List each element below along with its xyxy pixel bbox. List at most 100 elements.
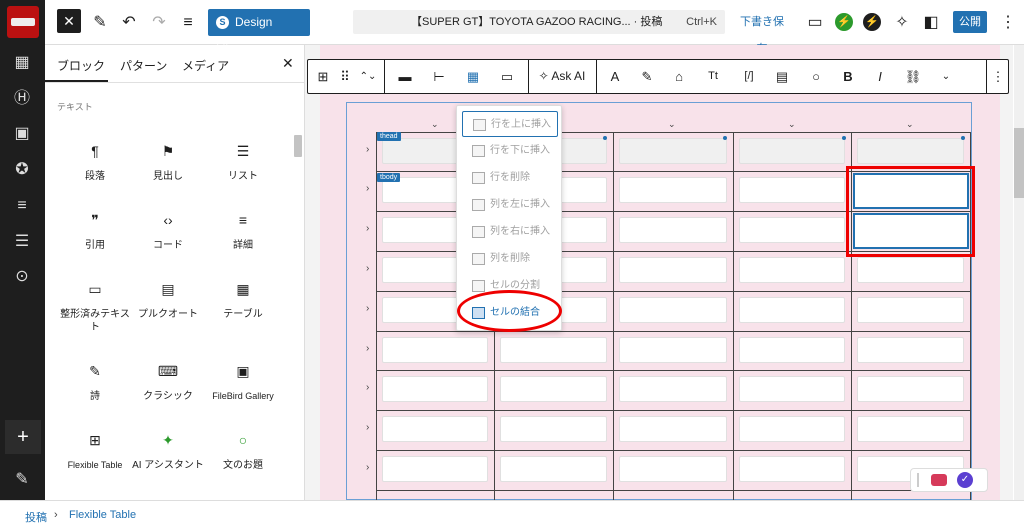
table-cell[interactable] — [857, 257, 964, 283]
block-paragraph[interactable]: ¶ 段落 — [59, 142, 131, 183]
chat-bubble-icon[interactable] — [931, 474, 947, 486]
circle-icon[interactable]: ○ — [804, 60, 828, 93]
table-cell[interactable] — [739, 257, 845, 283]
table-cell[interactable] — [382, 456, 488, 482]
site-logo[interactable] — [7, 6, 39, 38]
table-cell[interactable] — [619, 297, 727, 323]
row-expand-icon[interactable]: › — [366, 462, 369, 473]
table-cell[interactable] — [739, 337, 845, 363]
pointer-icon[interactable]: ⊙ — [12, 267, 32, 287]
caption-icon[interactable]: ▭ — [494, 60, 520, 93]
table-cell[interactable] — [857, 337, 964, 363]
table-cell[interactable] — [619, 138, 727, 164]
bold-button[interactable]: B — [836, 60, 860, 93]
table-cell[interactable] — [739, 217, 845, 243]
row-expand-icon[interactable]: › — [366, 303, 369, 314]
table-cell[interactable] — [739, 297, 845, 323]
menu-insert-row-below[interactable]: 行を下に挿入 — [462, 138, 558, 164]
edit-pen-icon[interactable]: ✎ — [12, 470, 32, 490]
menu-insert-row-above[interactable]: 行を上に挿入 — [462, 111, 558, 137]
block-verse[interactable]: ✎ 詩 — [59, 362, 131, 403]
block-flexible-table[interactable]: ⊞ Flexible Table — [59, 431, 131, 472]
table-cell[interactable] — [619, 456, 727, 482]
table-cell[interactable] — [500, 337, 607, 363]
text-color-icon[interactable]: A — [604, 60, 626, 93]
save-draft-button[interactable]: 下書き保存 — [735, 9, 789, 55]
ai-sparkle-icon[interactable]: ✧ — [892, 9, 912, 36]
column-chevron-icon[interactable]: ⌄ — [906, 119, 914, 130]
row-expand-icon[interactable]: › — [366, 183, 369, 194]
block-list[interactable]: ☰ リスト — [207, 142, 279, 183]
tools-pen-icon[interactable]: ✎ — [90, 9, 110, 36]
row-expand-icon[interactable]: › — [366, 422, 369, 433]
table-cell[interactable] — [739, 138, 845, 164]
align-left-icon[interactable]: ⊢ — [426, 60, 452, 93]
block-table[interactable]: ▦ テーブル — [207, 280, 279, 321]
table-cell[interactable] — [619, 337, 727, 363]
menu-insert-column-right[interactable]: 列を右に挿入 — [462, 219, 558, 245]
block-writing-prompt[interactable]: ○ 文のお題 — [207, 431, 279, 472]
settings-sidebar-icon[interactable]: ◧ — [921, 9, 941, 36]
layers-icon[interactable]: ≡ — [12, 196, 32, 216]
align-icon[interactable]: ▬ — [392, 60, 418, 93]
italic-button[interactable]: I — [868, 60, 892, 93]
more-options-icon[interactable]: ⋮ — [988, 60, 1008, 93]
canvas-scrollbar[interactable] — [1014, 45, 1024, 500]
table-cell[interactable] — [619, 257, 727, 283]
table-cell[interactable] — [857, 138, 964, 164]
row-expand-icon[interactable]: › — [366, 263, 369, 274]
block-pullquote[interactable]: ▤ プルクオート — [132, 280, 204, 321]
design-library-button[interactable]: SDesign Library — [208, 9, 310, 56]
undo-icon[interactable]: ↶ — [119, 9, 139, 36]
table-cell[interactable] — [857, 297, 964, 323]
table-cell[interactable] — [382, 376, 488, 402]
star-icon[interactable]: ✪ — [12, 160, 32, 180]
list-view-icon[interactable]: ☰ — [12, 232, 32, 252]
table-cell[interactable] — [500, 376, 607, 402]
menu-delete-column[interactable]: 列を削除 — [462, 246, 558, 272]
menu-insert-column-left[interactable]: 列を左に挿入 — [462, 192, 558, 218]
column-chevron-icon[interactable]: ⌄ — [668, 119, 676, 130]
table-cell[interactable] — [619, 376, 727, 402]
drag-handle-icon[interactable]: ⠿ — [336, 60, 354, 93]
breadcrumb-post[interactable]: 投稿 — [25, 509, 47, 525]
row-expand-icon[interactable]: › — [366, 343, 369, 354]
block-preformatted[interactable]: ▭ 整形済みテキスト — [59, 280, 131, 334]
column-chevron-icon[interactable]: ⌄ — [788, 119, 796, 130]
heading-h-icon[interactable]: Ⓗ — [12, 89, 32, 109]
table-cell[interactable] — [619, 177, 727, 203]
breadcrumb-flexible-table[interactable]: Flexible Table — [69, 509, 136, 521]
block-code[interactable]: ‹› コード — [132, 211, 204, 252]
document-overview-icon[interactable]: ≡ — [178, 9, 198, 36]
check-circle-icon[interactable]: ✓ — [957, 472, 973, 488]
tab-media[interactable]: メディア — [182, 57, 229, 74]
menu-delete-row[interactable]: 行を削除 — [462, 165, 558, 191]
flexible-table-icon[interactable]: ⊞ — [310, 60, 336, 93]
block-quote[interactable]: ❞ 引用 — [59, 211, 131, 252]
tag-icon[interactable]: ⌂ — [668, 60, 690, 93]
table-cell[interactable] — [739, 177, 845, 203]
table-cell[interactable] — [857, 416, 964, 442]
floating-assistant-widget[interactable]: ✓ — [910, 468, 988, 492]
table-cell[interactable] — [382, 337, 488, 363]
highlight-icon[interactable]: ✎ — [636, 60, 658, 93]
tab-patterns[interactable]: パターン — [120, 57, 167, 74]
table-cell[interactable] — [500, 456, 607, 482]
add-block-icon[interactable]: + — [5, 420, 41, 454]
tab-blocks[interactable]: ブロック — [57, 57, 105, 74]
redo-icon[interactable]: ↷ — [149, 9, 169, 36]
image-icon[interactable]: ▣ — [12, 124, 32, 144]
table-cell[interactable] — [857, 376, 964, 402]
row-expand-icon[interactable]: › — [366, 382, 369, 393]
shortcode-icon[interactable]: [/] — [736, 60, 762, 93]
block-filebird-gallery[interactable]: ▣ FileBird Gallery — [207, 362, 279, 403]
table-cell[interactable] — [619, 217, 727, 243]
table-cell[interactable] — [739, 376, 845, 402]
table-cell[interactable] — [739, 456, 845, 482]
table-cell[interactable] — [382, 416, 488, 442]
more-options-icon[interactable]: ⋮ — [1000, 9, 1016, 36]
performance-icon[interactable]: ⚡ — [863, 13, 881, 31]
move-up-down-icon[interactable]: ⌃⌄ — [356, 60, 380, 93]
close-inserter-button[interactable]: ✕ — [57, 9, 81, 33]
chevron-down-icon[interactable]: ⌄ — [934, 60, 958, 93]
